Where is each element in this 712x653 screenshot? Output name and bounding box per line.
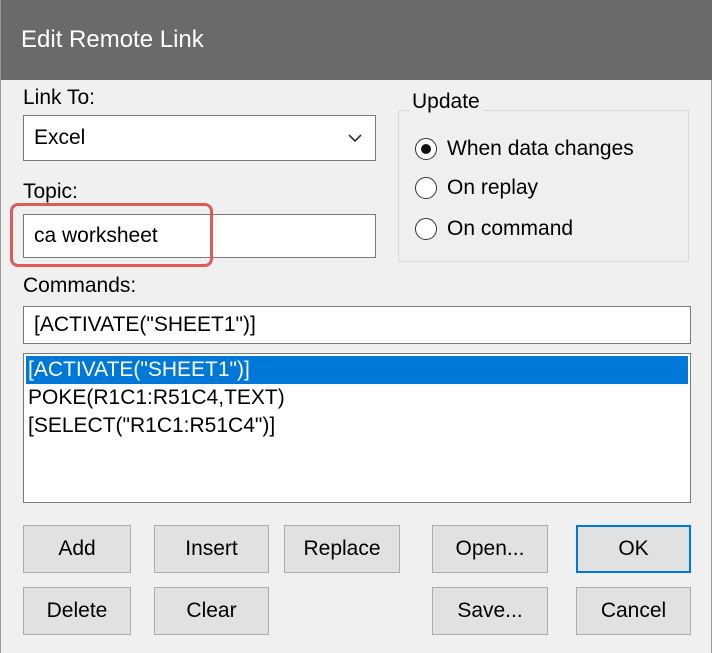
delete-button[interactable]: Delete (23, 587, 131, 635)
edit-remote-link-dialog: Edit Remote Link Link To: Excel Topic: c… (0, 0, 712, 653)
update-group-title: Update (409, 90, 483, 114)
ok-button[interactable]: OK (576, 525, 691, 573)
list-item[interactable]: [ACTIVATE("SHEET1")] (26, 356, 688, 384)
radio-on-command[interactable]: On command (415, 217, 573, 241)
radio-button[interactable] (415, 218, 437, 240)
radio-button-checked[interactable] (415, 138, 437, 160)
topic-label: Topic: (23, 180, 78, 203)
dialog-title: Edit Remote Link (1, 0, 712, 80)
list-item[interactable]: POKE(R1C1:R51C4,TEXT) (26, 384, 688, 412)
radio-on-replay[interactable]: On replay (415, 176, 538, 200)
commands-listbox[interactable]: [ACTIVATE("SHEET1")] POKE(R1C1:R51C4,TEX… (23, 353, 691, 503)
radio-button[interactable] (415, 177, 437, 199)
link-to-value: Excel (34, 126, 86, 149)
link-to-label: Link To: (23, 86, 95, 109)
topic-highlight-annotation (10, 203, 213, 267)
command-input[interactable]: [ACTIVATE("SHEET1")] (23, 306, 691, 344)
clear-button[interactable]: Clear (154, 587, 269, 635)
add-button[interactable]: Add (23, 525, 131, 573)
save-button[interactable]: Save... (432, 587, 548, 635)
cancel-button[interactable]: Cancel (576, 587, 691, 635)
replace-button[interactable]: Replace (284, 525, 400, 573)
list-item[interactable]: [SELECT("R1C1:R51C4")] (26, 412, 688, 440)
radio-label: On command (447, 217, 574, 240)
radio-label: When data changes (447, 137, 634, 160)
open-button[interactable]: Open... (432, 525, 548, 573)
insert-button[interactable]: Insert (154, 525, 269, 573)
link-to-dropdown[interactable]: Excel (23, 115, 376, 161)
chevron-down-icon (348, 134, 362, 143)
radio-when-data-changes[interactable]: When data changes (415, 137, 634, 161)
radio-label: On replay (447, 176, 539, 199)
commands-label: Commands: (23, 274, 137, 297)
